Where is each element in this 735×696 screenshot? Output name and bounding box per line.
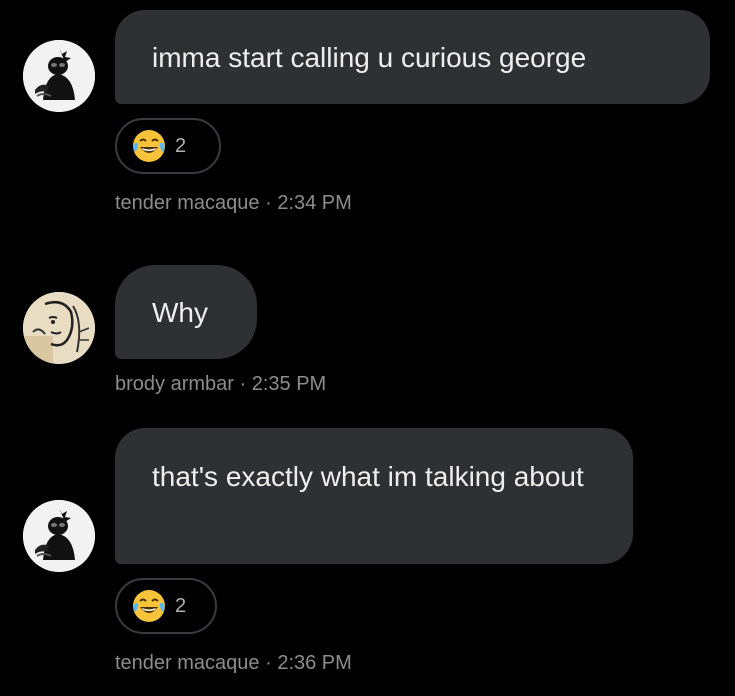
joy-emoji-icon <box>133 130 165 162</box>
reaction-count-1: 2 <box>175 134 187 157</box>
chat-thread: imma start calling u curious george 2 te… <box>0 0 735 696</box>
message-meta-2: brody armbar · 2:35 PM <box>115 373 327 395</box>
message-bubble-2[interactable]: Why <box>115 265 257 359</box>
message-bubble-1[interactable]: imma start calling u curious george <box>115 10 710 104</box>
reaction-count-3: 2 <box>175 594 187 617</box>
monkey-figure-icon <box>23 500 95 572</box>
message-meta-1: tender macaque · 2:34 PM <box>115 192 352 214</box>
avatar-tender-macaque[interactable] <box>23 40 95 112</box>
message-bubble-3[interactable]: that's exactly what im talking about <box>115 428 633 564</box>
avatar-brody-armbar[interactable] <box>23 292 95 364</box>
monkey-figure-icon <box>23 40 95 112</box>
reaction-pill-1[interactable]: 2 <box>115 118 221 174</box>
sketch-portrait-icon <box>23 292 95 364</box>
joy-emoji-icon <box>133 590 165 622</box>
avatar-tender-macaque[interactable] <box>23 500 95 572</box>
reaction-pill-3[interactable]: 2 <box>115 578 217 634</box>
message-meta-3: tender macaque · 2:36 PM <box>115 652 352 674</box>
